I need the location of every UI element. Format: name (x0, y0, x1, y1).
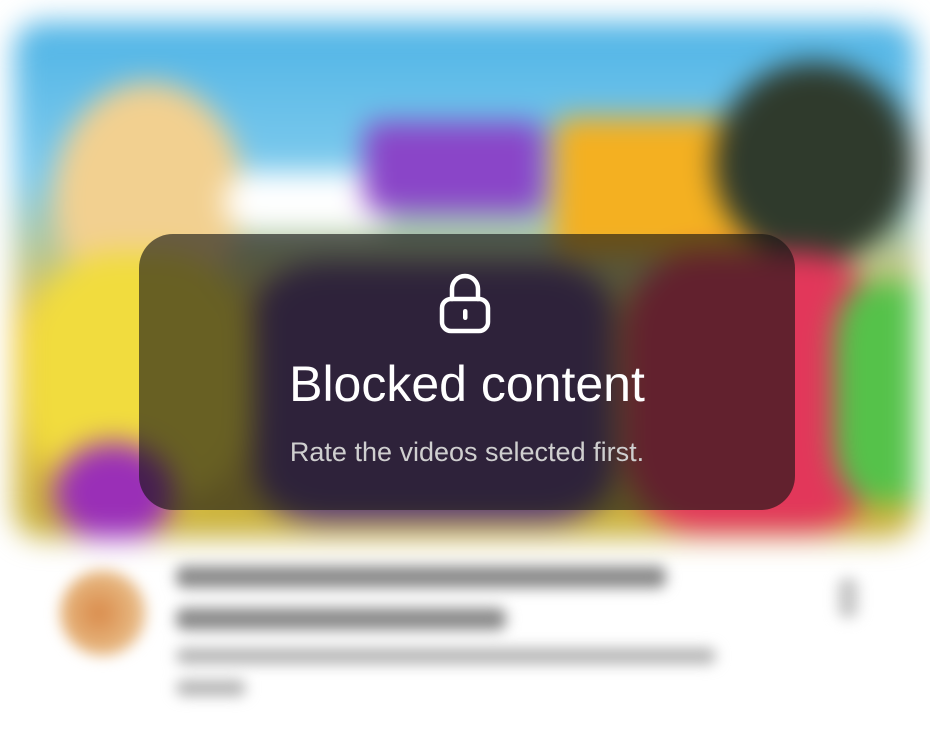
blocked-content-title: Blocked content (289, 356, 645, 412)
video-title-placeholder-line-2 (176, 608, 506, 630)
blocked-content-message: Rate the videos selected first. (289, 437, 645, 467)
more-options-icon (838, 578, 858, 618)
video-info-placeholder-line-2 (176, 680, 246, 696)
channel-avatar (60, 570, 146, 656)
video-metadata-blurred (0, 548, 930, 738)
video-info-placeholder (176, 648, 716, 664)
video-title-placeholder (176, 566, 666, 588)
blocked-video-card: Blocked content Rate the videos selected… (0, 0, 930, 743)
lock-icon (439, 273, 491, 334)
